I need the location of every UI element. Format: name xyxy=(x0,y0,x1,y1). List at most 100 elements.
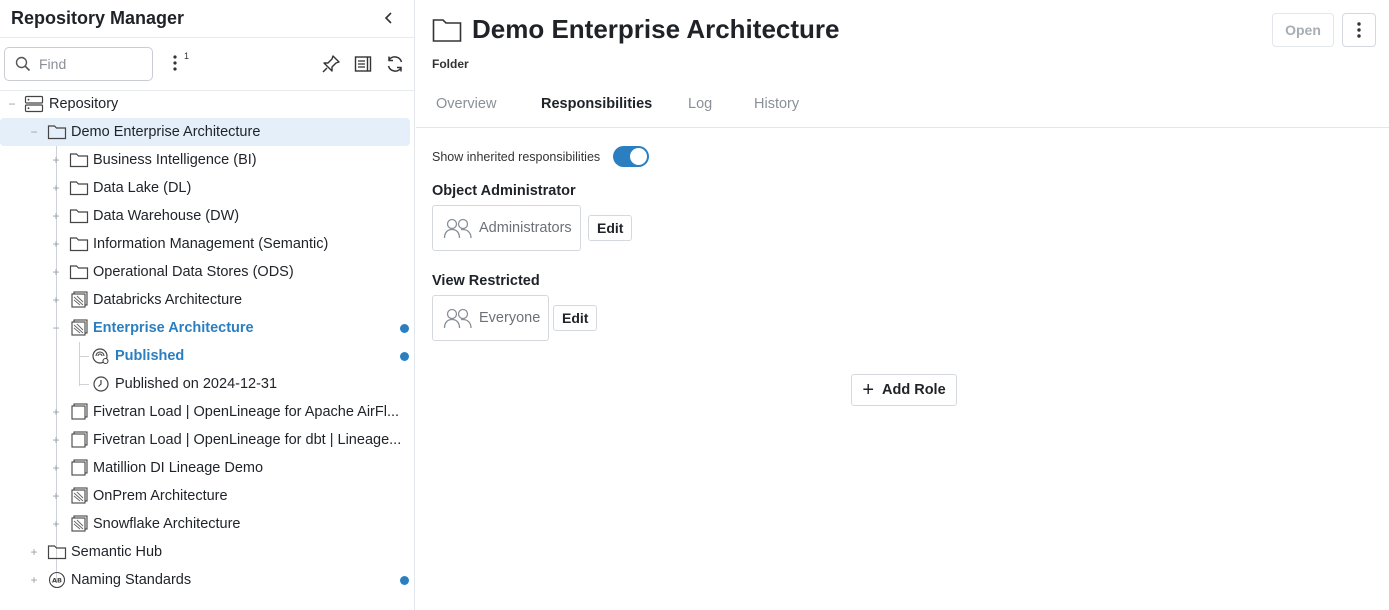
expand-toggle[interactable]: + xyxy=(29,545,39,559)
tree-item-label: Data Warehouse (DW) xyxy=(93,208,240,224)
tree-item-label: Semantic Hub xyxy=(71,544,163,560)
collapse-panel-button[interactable] xyxy=(378,7,400,29)
expand-toggle[interactable]: + xyxy=(51,181,61,195)
toggle-knob xyxy=(630,148,647,165)
people-icon xyxy=(443,217,473,239)
naming-standards-icon: AB xyxy=(47,571,67,589)
tree-item-operational-data-stores[interactable]: + Operational Data Stores (ODS) xyxy=(0,258,410,286)
expand-toggle[interactable]: + xyxy=(51,237,61,251)
tree-item-label: Business Intelligence (BI) xyxy=(93,152,257,168)
expand-toggle[interactable]: + xyxy=(29,573,39,587)
folder-icon xyxy=(69,263,89,281)
server-icon xyxy=(24,95,44,113)
tree-item-fivetran-dbt[interactable]: + Fivetran Load | OpenLineage for dbt | … xyxy=(0,426,410,454)
tree-item-enterprise-architecture[interactable]: − Enterprise Architecture xyxy=(0,314,410,342)
tree-item-label: Naming Standards xyxy=(71,572,192,588)
model-stack-icon xyxy=(69,319,89,337)
object-details-panel: Demo Enterprise Architecture Folder Open… xyxy=(416,0,1389,610)
status-dot xyxy=(400,575,409,585)
more-vertical-icon xyxy=(173,55,177,71)
tab-responsibilities[interactable]: Responsibilities xyxy=(541,96,652,112)
filter-menu-button[interactable]: 1 xyxy=(168,51,194,77)
tree-item-matillion[interactable]: + Matillion DI Lineage Demo xyxy=(0,454,410,482)
pin-icon xyxy=(322,55,340,73)
edit-role-button[interactable]: Edit xyxy=(553,305,598,331)
people-icon xyxy=(443,307,473,329)
folder-icon xyxy=(47,123,67,141)
tree-item-label: Operational Data Stores (ODS) xyxy=(93,264,294,280)
tree-item-repository[interactable]: − Repository xyxy=(0,90,410,118)
assignee-name: Everyone xyxy=(479,310,541,326)
tree-item-onprem-architecture[interactable]: + OnPrem Architecture xyxy=(0,482,410,510)
folder-icon xyxy=(47,543,67,561)
plus-icon: + xyxy=(862,379,875,401)
tree-toolbar: 1 xyxy=(0,39,415,91)
tree-item-databricks-architecture[interactable]: + Databricks Architecture xyxy=(0,286,410,314)
panel-header: Repository Manager xyxy=(0,0,415,38)
tree-item-demo-enterprise-architecture[interactable]: − Demo Enterprise Architecture xyxy=(0,118,410,146)
tree-item-data-lake[interactable]: + Data Lake (DL) xyxy=(0,174,410,202)
find-input[interactable] xyxy=(39,56,139,72)
folder-icon xyxy=(69,207,89,225)
object-type: Folder xyxy=(432,57,469,71)
tree-item-snowflake-architecture[interactable]: + Snowflake Architecture xyxy=(0,510,410,538)
folder-icon xyxy=(69,151,89,169)
tree-item-fivetran-airflow[interactable]: + Fivetran Load | OpenLineage for Apache… xyxy=(0,398,410,426)
collapse-toggle[interactable]: − xyxy=(7,97,17,111)
expand-toggle[interactable]: + xyxy=(51,265,61,279)
tab-overview[interactable]: Overview xyxy=(436,96,496,112)
tree-item-label: Snowflake Architecture xyxy=(93,516,241,532)
expand-toggle[interactable]: + xyxy=(51,433,61,447)
model-icon xyxy=(69,431,89,449)
assignee-name: Administrators xyxy=(479,220,572,236)
assignee-chip-everyone[interactable]: Everyone xyxy=(432,295,550,341)
expand-toggle[interactable]: + xyxy=(51,293,61,307)
svg-text:AB: AB xyxy=(52,577,62,585)
collapse-toggle[interactable]: − xyxy=(51,321,61,335)
inherited-responsibilities-toggle[interactable] xyxy=(613,146,649,167)
search-icon xyxy=(15,56,31,72)
panel-title: Repository Manager xyxy=(11,8,185,28)
expand-toggle[interactable]: + xyxy=(51,489,61,503)
folder-icon xyxy=(432,17,462,48)
add-role-label: Add Role xyxy=(882,382,946,398)
add-role-button[interactable]: + Add Role xyxy=(851,374,957,406)
role-title-object-administrator: Object Administrator xyxy=(432,183,576,199)
status-dot xyxy=(400,351,409,361)
assignee-chip-administrators[interactable]: Administrators xyxy=(432,205,581,251)
tree-item-label: Repository xyxy=(49,96,119,112)
find-field[interactable] xyxy=(4,47,153,81)
pin-button[interactable] xyxy=(320,53,342,75)
model-icon xyxy=(69,459,89,477)
details-view-button[interactable] xyxy=(352,53,374,75)
tree-item-label: OnPrem Architecture xyxy=(93,488,228,504)
edit-role-button[interactable]: Edit xyxy=(588,215,633,241)
tree-item-published-on[interactable]: Published on 2024-12-31 xyxy=(0,370,410,398)
more-actions-button[interactable] xyxy=(1342,13,1376,47)
published-icon xyxy=(91,347,111,365)
tree-item-label: Fivetran Load | OpenLineage for Apache A… xyxy=(93,404,400,420)
inherited-responsibilities-label: Show inherited responsibilities xyxy=(432,150,601,164)
tree-item-business-intelligence[interactable]: + Business Intelligence (BI) xyxy=(0,146,410,174)
expand-toggle[interactable]: + xyxy=(51,405,61,419)
tree-item-published[interactable]: Published xyxy=(0,342,410,370)
tree-item-data-warehouse[interactable]: + Data Warehouse (DW) xyxy=(0,202,410,230)
expand-toggle[interactable]: + xyxy=(51,209,61,223)
tree-item-semantic-hub[interactable]: + Semantic Hub xyxy=(0,538,410,566)
tree-item-label: Enterprise Architecture xyxy=(93,320,254,336)
refresh-icon xyxy=(387,56,403,72)
panel-list-icon xyxy=(354,56,372,72)
tab-history[interactable]: History xyxy=(754,96,799,112)
expand-toggle[interactable]: + xyxy=(51,517,61,531)
chevron-left-icon xyxy=(384,12,392,24)
more-vertical-icon xyxy=(1357,22,1361,38)
collapse-toggle[interactable]: − xyxy=(29,125,39,139)
tree-item-naming-standards[interactable]: + AB Naming Standards xyxy=(0,566,410,594)
expand-toggle[interactable]: + xyxy=(51,153,61,167)
refresh-button[interactable] xyxy=(384,53,406,75)
tab-log[interactable]: Log xyxy=(688,96,712,112)
object-title: Demo Enterprise Architecture xyxy=(472,14,840,44)
expand-toggle[interactable]: + xyxy=(51,461,61,475)
tree-item-information-management[interactable]: + Information Management (Semantic) xyxy=(0,230,410,258)
open-button[interactable]: Open xyxy=(1272,13,1334,47)
